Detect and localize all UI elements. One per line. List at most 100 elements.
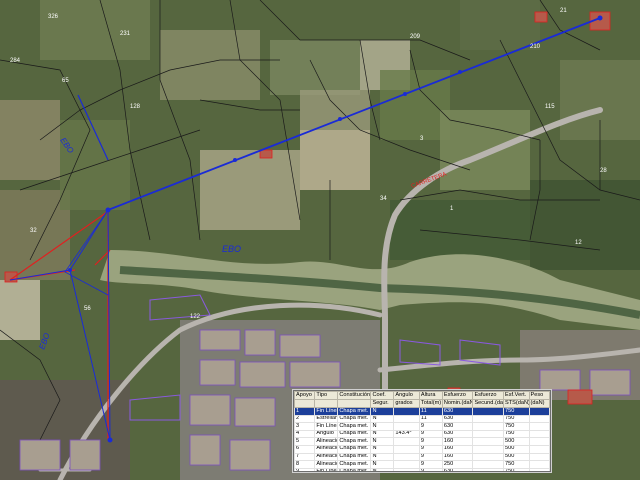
column-header[interactable]: Angulo: [393, 391, 420, 400]
supports-table[interactable]: Apoyo Tipo Constitución Coef. Angulo Alt…: [293, 390, 551, 472]
table-cell: 9: [418, 422, 443, 431]
table-cell: [528, 407, 550, 416]
table-cell: N: [370, 429, 395, 439]
column-header-sub: (daN): [528, 399, 550, 408]
column-header-sub: STS(daN): [503, 399, 530, 408]
table-cell: [393, 452, 420, 462]
column-header-sub: Segur.: [370, 399, 395, 408]
table-cell: 11: [418, 407, 443, 416]
table-cell: 9: [418, 452, 443, 462]
table-cell: 160: [441, 444, 474, 454]
table-cell: 3: [294, 422, 316, 431]
parcel-number: 34: [380, 196, 387, 202]
table-cell: [472, 429, 505, 439]
table-cell: [393, 414, 420, 424]
table-cell: [528, 429, 550, 439]
table-cell: [393, 422, 420, 431]
table-cell: 1: [294, 407, 316, 416]
table-cell: N: [370, 414, 395, 424]
table-cell: 500: [503, 452, 530, 462]
table-cell: 9: [418, 460, 443, 469]
table-cell: N: [370, 422, 395, 431]
parcel-number: 32: [30, 228, 37, 234]
table-cell: Chapa met. circ.: [337, 444, 372, 454]
table-cell: 630: [441, 407, 474, 416]
table-cell: N: [370, 407, 395, 416]
parcel-number: 209: [410, 34, 421, 40]
parcel-number: 115: [545, 104, 555, 110]
table-cell: Chapa met. circ.: [337, 422, 372, 431]
table-cell: Estrellam.: [314, 414, 339, 424]
column-header-sub: [314, 399, 339, 408]
table-cell: 9: [294, 467, 316, 471]
column-header[interactable]: Altura: [418, 391, 443, 400]
table-row[interactable]: 4AnguloChapa met. circ.N143.4°9630 750: [294, 429, 550, 439]
column-header[interactable]: Tipo: [314, 391, 339, 400]
table-cell: 750: [503, 429, 530, 439]
table-row[interactable]: 6AlineaciónChapa met. circ.N 9160 500: [294, 444, 550, 454]
table-row[interactable]: 5AlineaciónChapa met. circ.N 9160 500: [294, 437, 550, 446]
table-cell: Alineación: [314, 437, 339, 446]
table-row[interactable]: 7AlineaciónChapa met. circ.N 9160 500: [294, 452, 550, 462]
table-cell: 750: [503, 422, 530, 431]
table-row[interactable]: 2Estrellam.Chapa met. circ.N 11630 750: [294, 414, 550, 424]
parcel-number: 12: [575, 240, 582, 246]
line-label: EBO: [222, 244, 241, 254]
table-cell: Alineación: [314, 460, 339, 469]
table-cell: 11: [418, 414, 443, 424]
table-cell: [472, 422, 505, 431]
table-cell: 6: [294, 444, 316, 454]
table-row[interactable]: 9Fin LíneaChapa met. circ.N9630750: [294, 467, 550, 471]
table-row[interactable]: 1Fin LíneaChapa met. circ.N 11630 750: [294, 407, 550, 416]
table-cell: 9: [418, 437, 443, 446]
table-cell: 630: [441, 422, 474, 431]
table-cell: [528, 437, 550, 446]
table-cell: Chapa met. circ.: [337, 414, 372, 424]
table-cell: 2: [294, 414, 316, 424]
table-body: 1Fin LíneaChapa met. circ.N116307502Estr…: [294, 407, 550, 471]
table-cell: Chapa met. circ.: [337, 452, 372, 462]
parcel-number: 21: [560, 8, 567, 14]
parcel-number: 122: [190, 314, 201, 320]
column-header-sub: [294, 399, 316, 408]
table-cell: 9: [418, 429, 443, 439]
column-header[interactable]: Peso: [528, 391, 550, 400]
table-cell: N: [370, 452, 395, 462]
parcel-number: 65: [62, 78, 69, 84]
table-cell: 750: [503, 414, 530, 424]
table-cell: [393, 407, 420, 416]
column-header[interactable]: Coef.: [370, 391, 395, 400]
column-header[interactable]: Constitución: [337, 391, 372, 400]
table-cell: 500: [503, 437, 530, 446]
table-row[interactable]: 8AlineaciónChapa met. circ.N9250750: [294, 460, 550, 469]
table-cell: [393, 437, 420, 446]
column-header-sub: Nomin.(daN): [441, 399, 474, 408]
table-cell: 500: [503, 444, 530, 454]
table-row[interactable]: 3Fin LíneaChapa met. circ.N 9630 750: [294, 422, 550, 431]
table-cell: Alineación: [314, 444, 339, 454]
column-header[interactable]: Esfuerzo: [472, 391, 505, 400]
table-cell: 5: [294, 437, 316, 446]
column-header[interactable]: Apoyo: [294, 391, 316, 400]
town-area-left: [0, 380, 130, 480]
table-cell: [393, 444, 420, 454]
table-cell: [393, 467, 420, 471]
table-cell: [528, 414, 550, 424]
table-cell: [528, 467, 550, 471]
parcel-number: 210: [530, 44, 541, 50]
table-cell: 250: [441, 460, 474, 469]
table-cell: 630: [441, 414, 474, 424]
table-cell: Chapa met. circ.: [337, 460, 372, 469]
table-cell: 750: [503, 460, 530, 469]
column-header[interactable]: Esf.Vert.: [503, 391, 530, 400]
column-header-sub: [337, 399, 372, 408]
parcel-number: 326: [48, 14, 59, 20]
table-cell: 630: [441, 429, 474, 439]
column-header[interactable]: Esfuerzo: [441, 391, 474, 400]
table-cell: Angulo: [314, 429, 339, 439]
table-cell: [472, 467, 505, 471]
column-header-sub: grados: [393, 399, 420, 408]
table-cell: [472, 460, 505, 469]
column-header-sub: Secund.(daN): [472, 399, 505, 408]
table-cell: [472, 437, 505, 446]
